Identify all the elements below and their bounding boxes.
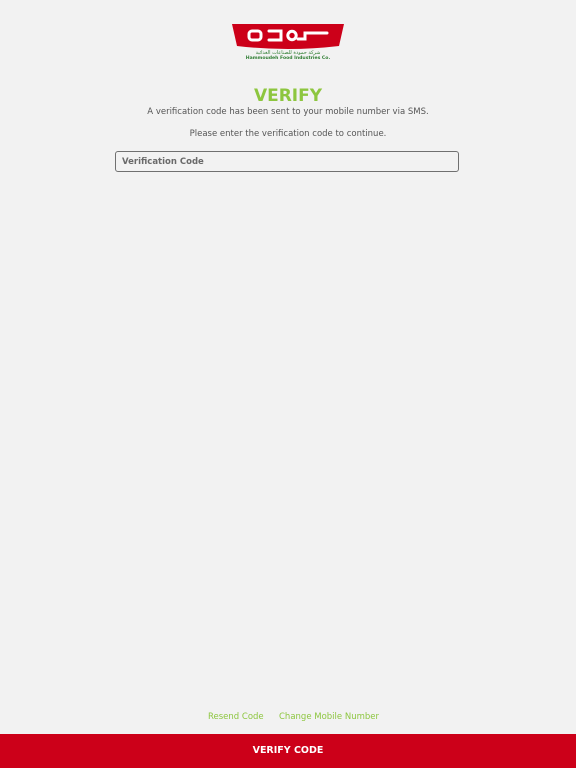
logo-english-subtitle: Hammoudeh Food Industries Co. — [245, 56, 331, 61]
sms-sent-notice: A verification code has been sent to you… — [147, 107, 429, 117]
instruction-text: Please enter the verification code to co… — [189, 129, 387, 139]
page-title: VERIFY — [253, 86, 323, 106]
change-mobile-number-link[interactable]: Change Mobile Number — [279, 712, 379, 722]
logo-mark — [232, 24, 344, 49]
verify-screen: شركة حمودة للصناعات الغذائية Hammoudeh F… — [0, 0, 576, 768]
verify-code-button[interactable]: VERIFY CODE — [0, 734, 576, 768]
resend-code-link[interactable]: Resend Code — [208, 712, 264, 722]
verification-code-input[interactable] — [115, 151, 459, 172]
company-logo: شركة حمودة للصناعات الغذائية Hammoudeh F… — [229, 22, 347, 66]
